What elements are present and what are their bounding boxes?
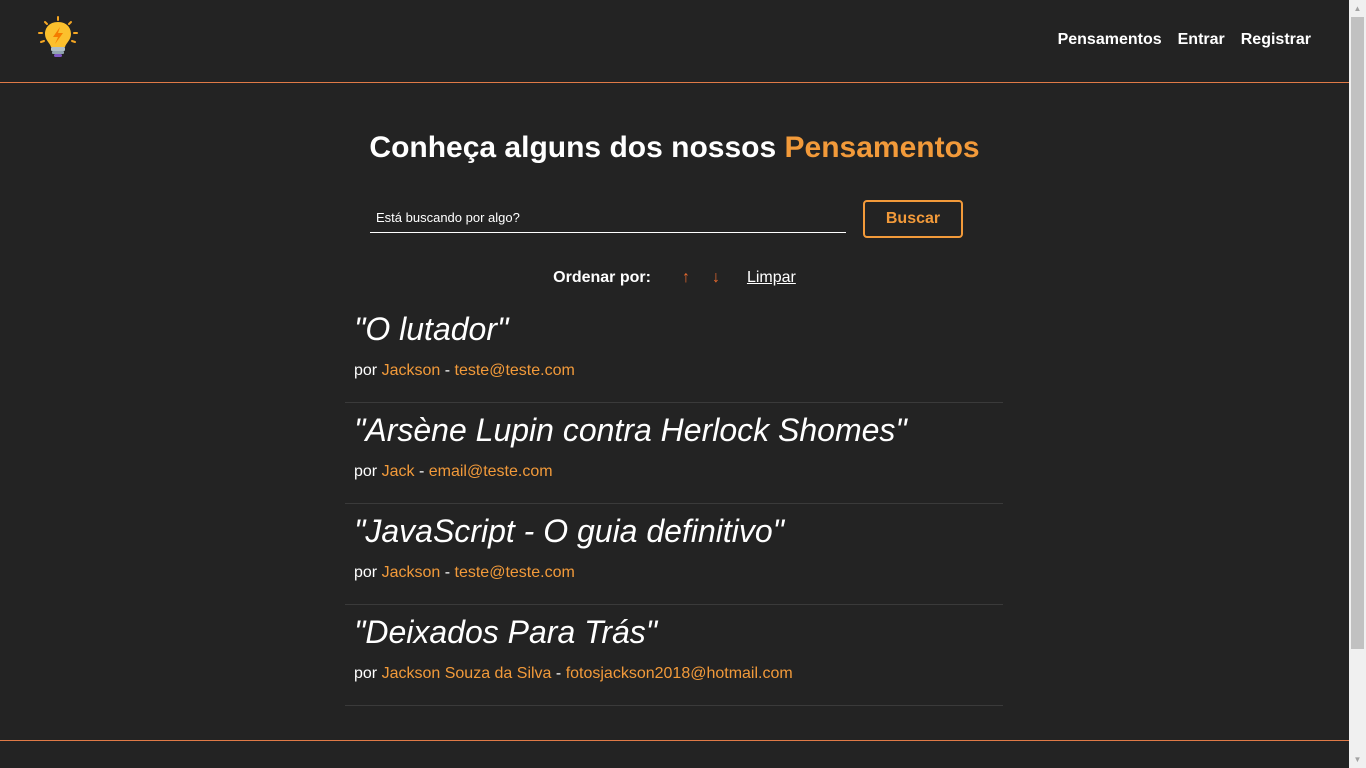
sort-descending-icon[interactable]: ↓ [712, 269, 720, 287]
nav-link-pensamentos[interactable]: Pensamentos [1058, 31, 1162, 49]
scroll-up-arrow-icon[interactable]: ▲ [1349, 0, 1366, 17]
vertical-scrollbar[interactable]: ▲ ▼ [1349, 0, 1366, 768]
navbar: Pensamentos Entrar Registrar [0, 0, 1349, 83]
thought-author-prefix: por [354, 463, 378, 480]
nav-links: Pensamentos Entrar Registrar [1058, 31, 1311, 49]
sort-ascending-icon[interactable]: ↑ [682, 269, 690, 287]
nav-link-registrar[interactable]: Registrar [1241, 31, 1311, 49]
thought-separator: - [418, 463, 425, 480]
clear-order-link[interactable]: Limpar [747, 269, 796, 287]
thought-meta: por Jackson - teste@teste.com [354, 564, 575, 582]
thought-item: "Arsène Lupin contra Herlock Shomes" por… [345, 404, 1003, 504]
order-label: Ordenar por: [553, 269, 651, 286]
thought-author-prefix: por [354, 362, 378, 379]
thoughts-list: "O lutador" por Jackson - teste@teste.co… [345, 303, 1003, 706]
nav-link-entrar[interactable]: Entrar [1178, 31, 1225, 49]
thought-separator: - [444, 362, 451, 379]
order-bar: Ordenar por: ↑ ↓ Limpar [0, 269, 1349, 287]
thought-item: "O lutador" por Jackson - teste@teste.co… [345, 303, 1003, 403]
page-title-prefix: Conheça alguns dos nossos [369, 131, 777, 164]
page-title-accent: Pensamentos [784, 131, 980, 164]
thought-email: teste@teste.com [454, 564, 575, 581]
thought-meta: por Jackson - teste@teste.com [354, 362, 575, 380]
thought-email: fotosjackson2018@hotmail.com [565, 665, 793, 682]
thought-email: teste@teste.com [454, 362, 575, 379]
thought-title: "O lutador" [354, 311, 509, 347]
scrollbar-thumb[interactable] [1351, 17, 1364, 649]
thought-title: "Arsène Lupin contra Herlock Shomes" [354, 412, 907, 448]
thought-title: "Deixados Para Trás" [354, 614, 658, 650]
scroll-down-arrow-icon[interactable]: ▼ [1349, 751, 1366, 768]
thought-title: "JavaScript - O guia definitivo" [354, 513, 785, 549]
thought-author: Jackson Souza da Silva [381, 665, 552, 682]
page: Pensamentos Entrar Registrar Conheça alg… [0, 0, 1349, 768]
search-form: Buscar [370, 200, 964, 238]
thought-meta: por Jack - email@teste.com [354, 463, 553, 481]
footer-divider [0, 740, 1349, 741]
thought-author: Jack [381, 463, 415, 480]
thought-author-prefix: por [354, 564, 378, 581]
page-title: Conheça alguns dos nossos Pensamentos [0, 131, 1349, 165]
thought-author-prefix: por [354, 665, 378, 682]
thought-separator: - [444, 564, 451, 581]
thought-item: "JavaScript - O guia definitivo" por Jac… [345, 505, 1003, 605]
thought-meta: por Jackson Souza da Silva - fotosjackso… [354, 665, 793, 683]
search-button[interactable]: Buscar [863, 200, 963, 238]
thought-email: email@teste.com [428, 463, 553, 480]
thought-author: Jackson [381, 564, 441, 581]
thought-item: "Deixados Para Trás" por Jackson Souza d… [345, 606, 1003, 706]
home-logo-link[interactable] [37, 16, 79, 60]
search-input[interactable] [370, 203, 846, 233]
thought-author: Jackson [381, 362, 441, 379]
thought-separator: - [555, 665, 562, 682]
lightbulb-icon [38, 16, 78, 57]
